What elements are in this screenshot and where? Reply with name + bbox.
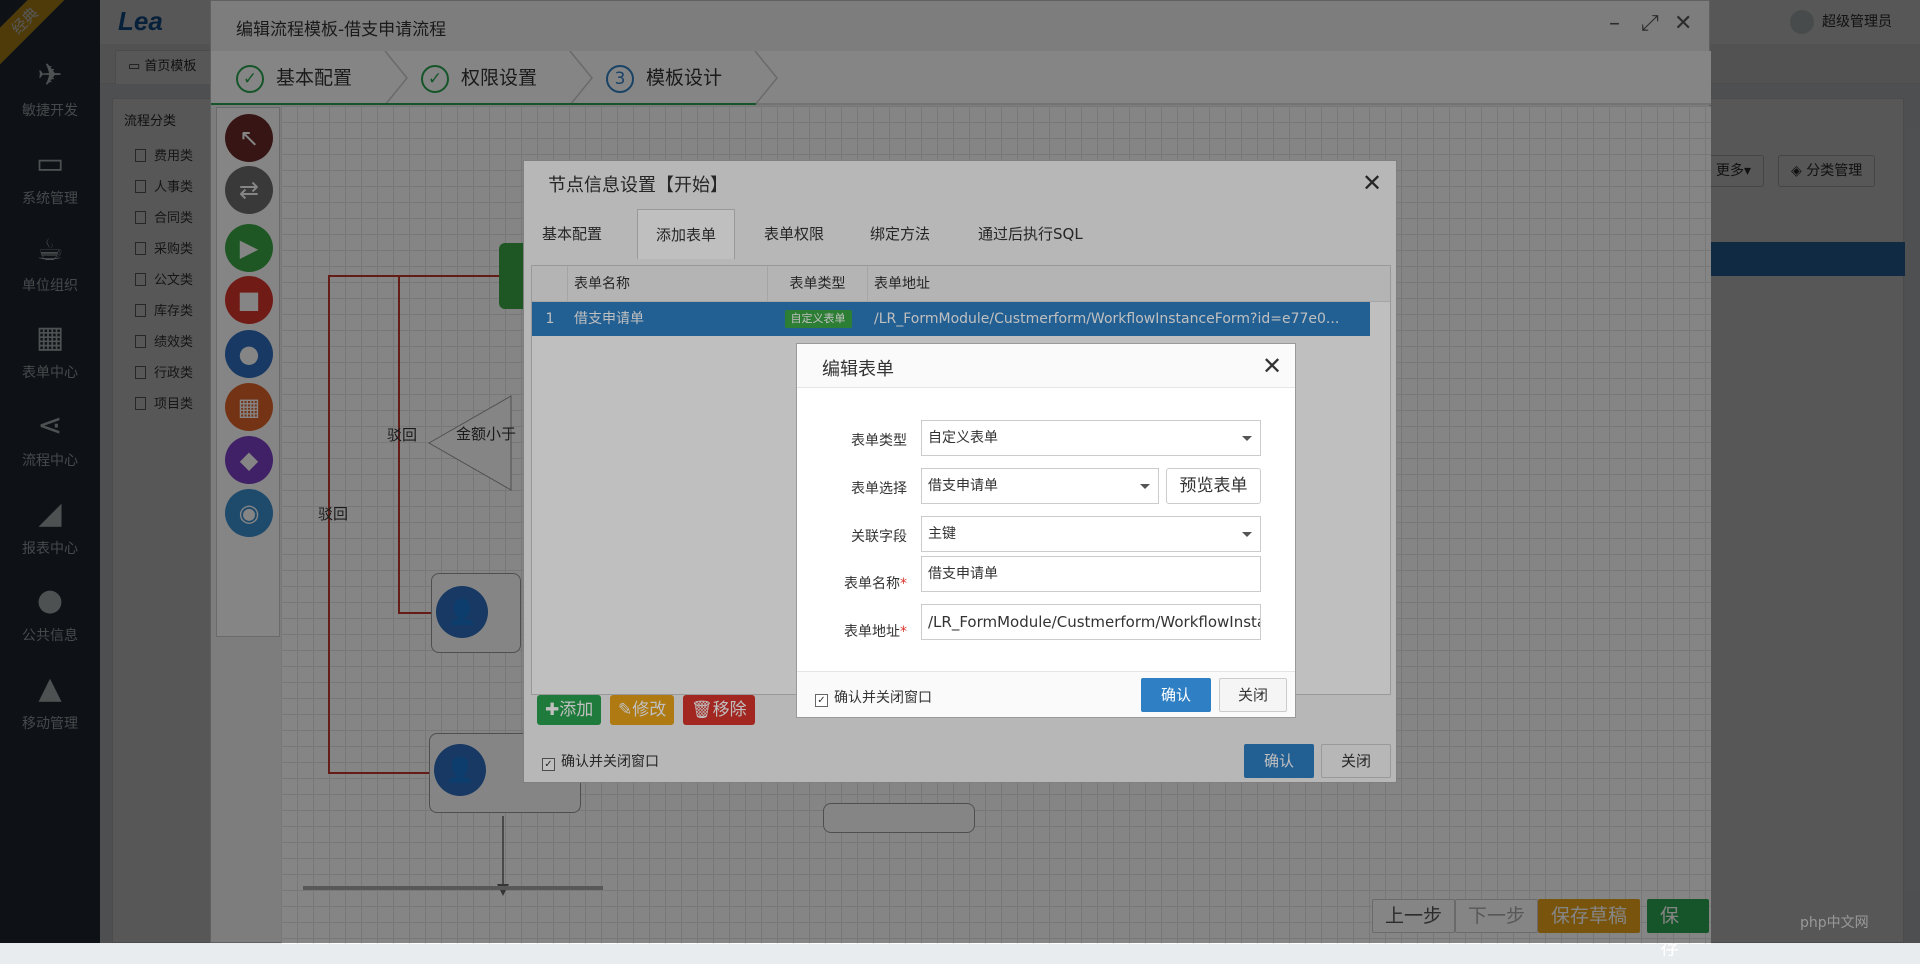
select-value: 自定义表单 [928, 430, 998, 446]
close-button[interactable]: 关闭 [1219, 678, 1287, 712]
preview-form-button[interactable]: 预览表单 [1166, 468, 1261, 504]
form-url-label: 表单地址* [827, 621, 907, 641]
watermark: php中文网 [1800, 915, 1869, 931]
relation-field-select[interactable]: 主键 [921, 516, 1261, 552]
label-text: 表单地址 [844, 624, 900, 640]
select-value: 借支申请单 [928, 478, 998, 494]
form-name-input[interactable]: 借支申请单 [921, 556, 1261, 592]
required-mark: * [900, 624, 907, 640]
confirm-close-checkbox[interactable]: ✓ 确认并关闭窗口 [815, 687, 932, 707]
edit-form-dialog: 编辑表单 ✕ 表单类型 自定义表单 表单选择 借支申请单 预览表单 关联字段 主… [796, 343, 1296, 718]
required-mark: * [900, 576, 907, 592]
form-name-label: 表单名称* [827, 573, 907, 593]
form-select-label: 表单选择 [851, 481, 907, 497]
relation-field-label: 关联字段 [851, 529, 907, 545]
chevron-down-icon [1140, 484, 1150, 489]
form-type-select[interactable]: 自定义表单 [921, 420, 1261, 456]
chevron-down-icon [1242, 436, 1252, 441]
checkbox-checked-icon: ✓ [815, 694, 828, 707]
label-text: 表单名称 [844, 576, 900, 592]
close-icon[interactable]: ✕ [1262, 352, 1282, 380]
checkbox-label: 确认并关闭窗口 [834, 690, 932, 706]
form-select-dropdown[interactable]: 借支申请单 [921, 468, 1159, 504]
chevron-down-icon [1242, 532, 1252, 537]
select-value: 主键 [928, 526, 956, 542]
dialog-title: 编辑表单 [822, 359, 894, 380]
form-url-input[interactable]: /LR_FormModule/Custmerform/WorkflowInsta [921, 604, 1261, 640]
confirm-button[interactable]: 确认 [1141, 678, 1211, 712]
form-type-label: 表单类型 [851, 433, 907, 449]
